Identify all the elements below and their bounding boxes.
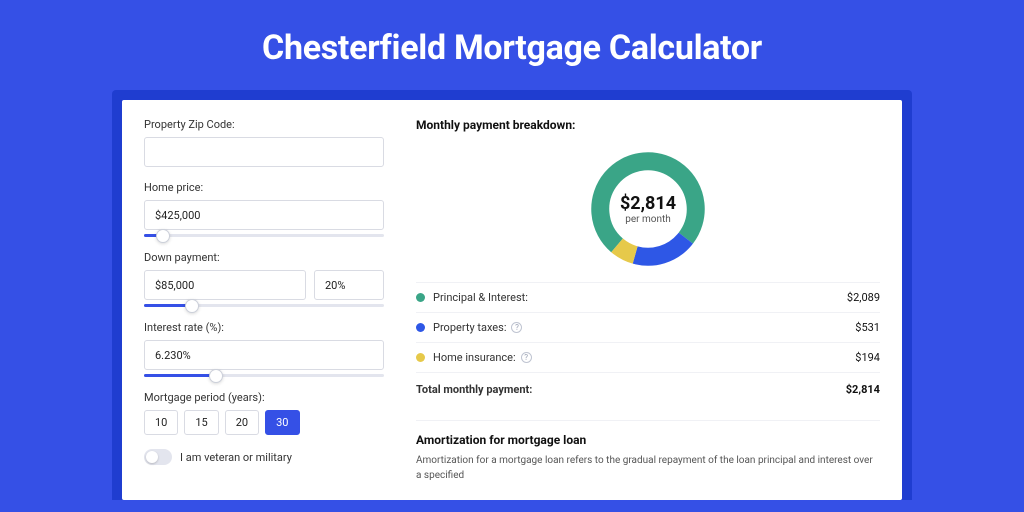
home-price-slider-thumb[interactable]: [156, 229, 170, 243]
legend-label: Property taxes:: [433, 321, 506, 334]
amortization-text: Amortization for a mortgage loan refers …: [416, 453, 880, 483]
down-payment-pct-input[interactable]: [314, 270, 384, 300]
period-label: Mortgage period (years):: [144, 391, 384, 404]
info-icon[interactable]: ?: [521, 352, 532, 363]
legend-row: Property taxes:? $531: [416, 313, 880, 343]
period-option-15[interactable]: 15: [184, 410, 218, 435]
calculator-card: Property Zip Code: Home price: Down paym…: [122, 100, 902, 500]
period-option-20[interactable]: 20: [225, 410, 259, 435]
veteran-row: I am veteran or military: [144, 449, 384, 465]
period-field: Mortgage period (years): 1015 2030: [144, 391, 384, 435]
legend-row: Home insurance:? $194: [416, 343, 880, 373]
legend-total-label: Total monthly payment:: [416, 383, 532, 396]
amortization-section: Amortization for mortgage loan Amortizat…: [416, 420, 880, 483]
rate-slider-thumb[interactable]: [209, 369, 223, 383]
donut-amount: $2,814: [620, 193, 676, 214]
donut-wrap: $2,814 per month: [416, 140, 880, 282]
down-payment-input[interactable]: [144, 270, 306, 300]
zip-label: Property Zip Code:: [144, 118, 384, 131]
form-column: Property Zip Code: Home price: Down paym…: [144, 118, 384, 500]
down-payment-slider-thumb[interactable]: [185, 299, 199, 313]
legend-value: $531: [855, 321, 880, 334]
rate-slider-fill: [144, 374, 216, 377]
breakdown-title: Monthly payment breakdown:: [416, 118, 880, 132]
home-price-slider[interactable]: [144, 234, 384, 237]
down-payment-label: Down payment:: [144, 251, 384, 264]
legend-dot: [416, 293, 425, 302]
legend-label: Home insurance:: [433, 351, 516, 364]
period-option-10[interactable]: 10: [144, 410, 178, 435]
legend-value: $2,089: [847, 291, 880, 304]
home-price-input[interactable]: [144, 200, 384, 230]
legend-dot: [416, 323, 425, 332]
page-title: Chesterfield Mortgage Calculator: [0, 0, 1024, 90]
rate-input[interactable]: [144, 340, 384, 370]
amortization-title: Amortization for mortgage loan: [416, 433, 880, 447]
card-frame: Property Zip Code: Home price: Down paym…: [112, 90, 912, 500]
veteran-toggle[interactable]: [144, 449, 172, 465]
home-price-label: Home price:: [144, 181, 384, 194]
legend-value: $194: [855, 351, 880, 364]
rate-label: Interest rate (%):: [144, 321, 384, 334]
veteran-label: I am veteran or military: [180, 451, 292, 464]
legend-dot: [416, 353, 425, 362]
donut-chart: $2,814 per month: [585, 146, 711, 272]
rate-field: Interest rate (%):: [144, 321, 384, 377]
down-payment-field: Down payment:: [144, 251, 384, 307]
breakdown-column: Monthly payment breakdown: $2,814 per mo…: [416, 118, 880, 500]
down-payment-slider[interactable]: [144, 304, 384, 307]
info-icon[interactable]: ?: [511, 322, 522, 333]
rate-slider[interactable]: [144, 374, 384, 377]
donut-center: $2,814 per month: [585, 146, 711, 272]
period-options: 1015 2030: [144, 410, 384, 435]
legend-total-row: Total monthly payment: $2,814: [416, 373, 880, 406]
legend-label: Principal & Interest:: [433, 291, 528, 304]
legend: Principal & Interest: $2,089 Property taxe…: [416, 282, 880, 406]
legend-row: Principal & Interest: $2,089: [416, 283, 880, 313]
home-price-field: Home price:: [144, 181, 384, 237]
period-option-30[interactable]: 30: [265, 410, 299, 435]
donut-sub: per month: [625, 214, 671, 225]
zip-input[interactable]: [144, 137, 384, 167]
zip-field: Property Zip Code:: [144, 118, 384, 167]
legend-total-value: $2,814: [846, 383, 880, 396]
veteran-toggle-knob: [146, 451, 158, 463]
